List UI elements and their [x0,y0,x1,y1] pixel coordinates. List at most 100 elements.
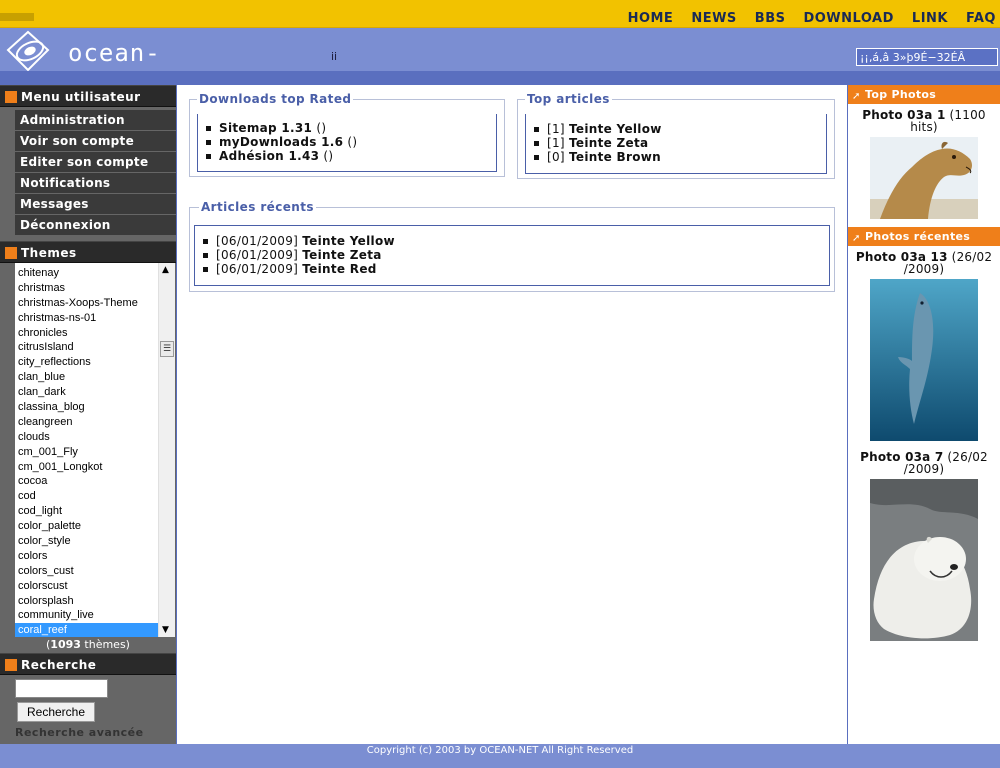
theme-count: (1093 thèmes) [46,638,130,651]
left-sidebar: Menu utilisateur Administration Voir son… [0,85,176,745]
menu-item-administration[interactable]: Administration [15,110,176,130]
theme-option[interactable]: cm_001_Fly [15,445,158,460]
theme-option[interactable]: cm_001_Longkot [15,460,158,475]
theme-option[interactable]: colors [15,549,158,564]
list-item[interactable]: [1] Teinte Yellow [525,122,662,136]
menu-item-messages[interactable]: Messages [15,194,176,214]
scrollbar-thumb[interactable]: ☰ [160,341,174,357]
list-item[interactable]: [06/01/2009] Teinte Red [194,262,395,276]
theme-option[interactable]: colorsplash [15,594,158,609]
theme-option[interactable]: christmas-ns-01 [15,311,158,326]
menu-item-view-account[interactable]: Voir son compte [15,131,176,151]
theme-option[interactable]: clan_dark [15,385,158,400]
list-item[interactable]: myDownloads 1.6 () [197,135,357,149]
list-item[interactable]: [06/01/2009] Teinte Yellow [194,234,395,248]
right-sidebar: ➚ Top Photos Photo 03a 1 (1100 hits) ➚ P… [847,85,1000,744]
search-heading: Recherche [0,653,176,675]
theme-option[interactable]: chronicles [15,326,158,341]
search-button[interactable]: Recherche [17,702,95,722]
themes-heading: Themes [0,241,176,263]
search-title: Recherche [21,658,97,672]
block-title: Downloads top Rated [197,92,354,106]
block-title: Top articles [525,92,612,106]
themes-title: Themes [21,246,77,260]
theme-option[interactable]: christmas-Xoops-Theme [15,296,158,311]
search-input[interactable] [15,679,108,698]
orange-square-icon [5,247,17,259]
user-menu: Administration Voir son compte Editer so… [0,107,176,235]
advanced-search-link[interactable]: Recherche avancée [15,726,144,739]
theme-list: chitenay christmas christmas-Xoops-Theme… [15,266,158,637]
list-item[interactable]: Adhésion 1.43 () [197,149,357,163]
site-footer: Copyright (c) 2003 by OCEAN-NET All Righ… [0,744,1000,768]
arrow-icon: ➚ [852,233,861,244]
recent-articles-list: [06/01/2009] Teinte Yellow [06/01/2009] … [194,234,395,276]
nav-download-link[interactable]: DOWNLOAD [803,11,893,26]
theme-option[interactable]: cocoa [15,474,158,489]
theme-option[interactable]: community_live [15,608,158,623]
list-item[interactable]: Sitemap 1.31 () [197,121,357,135]
recent-photos-heading: ➚ Photos récentes [848,227,1000,246]
theme-option[interactable]: color_style [15,534,158,549]
scroll-down-arrow-icon[interactable]: ▼ [162,625,169,635]
photo-caption[interactable]: Photo 03a 13 (26/02 /2009) [848,246,1000,275]
orange-square-icon [5,659,17,671]
polar-bear-photo[interactable] [870,479,978,641]
orange-square-icon [5,91,17,103]
search-form: Recherche Recherche avancée [0,675,176,745]
top-photos-title: Top Photos [865,88,937,101]
theme-option[interactable]: clan_blue [15,370,158,385]
main-content: Downloads top Rated Sitemap 1.31 () myDo… [176,85,847,744]
list-item[interactable]: [0] Teinte Brown [525,150,662,164]
theme-option[interactable]: colorscust [15,579,158,594]
theme-option[interactable]: cod_light [15,504,158,519]
theme-option[interactable]: clouds [15,430,158,445]
camel-photo[interactable] [870,137,978,219]
top-nav: HOME NEWS BBS DOWNLOAD LINK FAQ [628,11,996,26]
nav-bbs-link[interactable]: BBS [755,11,786,26]
themes-scrollbar[interactable]: ▲ ☰ ▼ [158,263,175,637]
block-title: Articles récents [199,200,316,214]
photo-caption[interactable]: Photo 03a 1 (1100 hits) [848,104,1000,133]
theme-option[interactable]: colors_cust [15,564,158,579]
menu-item-notifications[interactable]: Notifications [15,173,176,193]
nav-faq-link[interactable]: FAQ [966,11,996,26]
downloads-top-rated-block: Downloads top Rated Sitemap 1.31 () myDo… [189,92,505,177]
user-menu-heading: Menu utilisateur [0,85,176,107]
scroll-up-arrow-icon[interactable]: ▲ [162,265,169,275]
header-text: ii [331,50,338,63]
top-articles-list: [1] Teinte Yellow [1] Teinte Zeta [0] Te… [525,122,662,164]
top-navigation-bar: HOME NEWS BBS DOWNLOAD LINK FAQ [0,0,1000,28]
list-item[interactable]: [06/01/2009] Teinte Zeta [194,248,395,262]
nav-home-link[interactable]: HOME [628,11,674,26]
site-header: ocean-net ii [0,28,1000,95]
dolphin-photo[interactable] [870,279,978,441]
theme-option[interactable]: color_palette [15,519,158,534]
header-band [0,71,1000,85]
theme-option[interactable]: city_reflections [15,355,158,370]
list-item[interactable]: [1] Teinte Zeta [525,136,662,150]
decorative-strip [0,13,34,21]
menu-item-logout[interactable]: Déconnexion [15,215,176,235]
theme-option[interactable]: cod [15,489,158,504]
nav-news-link[interactable]: NEWS [691,11,736,26]
theme-option[interactable]: cleangreen [15,415,158,430]
theme-option-selected[interactable]: coral_reef [15,623,158,637]
top-photos-heading: ➚ Top Photos [848,85,1000,104]
nav-link-link[interactable]: LINK [912,11,948,26]
theme-option[interactable]: citrusIsland [15,340,158,355]
top-articles-block: Top articles [1] Teinte Yellow [1] Teint… [517,92,835,179]
recent-articles-block: Articles récents [06/01/2009] Teinte Yel… [189,200,835,292]
theme-option[interactable]: classina_blog [15,400,158,415]
header-search-field[interactable] [856,48,998,66]
menu-item-edit-account[interactable]: Editer son compte [15,152,176,172]
site-logo[interactable]: ocean-net [6,30,186,95]
theme-option[interactable]: chitenay [15,266,158,281]
theme-option[interactable]: christmas [15,281,158,296]
recent-photos-title: Photos récentes [865,230,971,243]
photo-caption[interactable]: Photo 03a 7 (26/02 /2009) [848,441,1000,475]
copyright-text: Copyright (c) 2003 by OCEAN-NET All Righ… [366,745,634,756]
ocean-net-logo-icon [6,30,50,72]
themes-listbox[interactable]: chitenay christmas christmas-Xoops-Theme… [15,263,175,637]
user-menu-title: Menu utilisateur [21,90,141,104]
